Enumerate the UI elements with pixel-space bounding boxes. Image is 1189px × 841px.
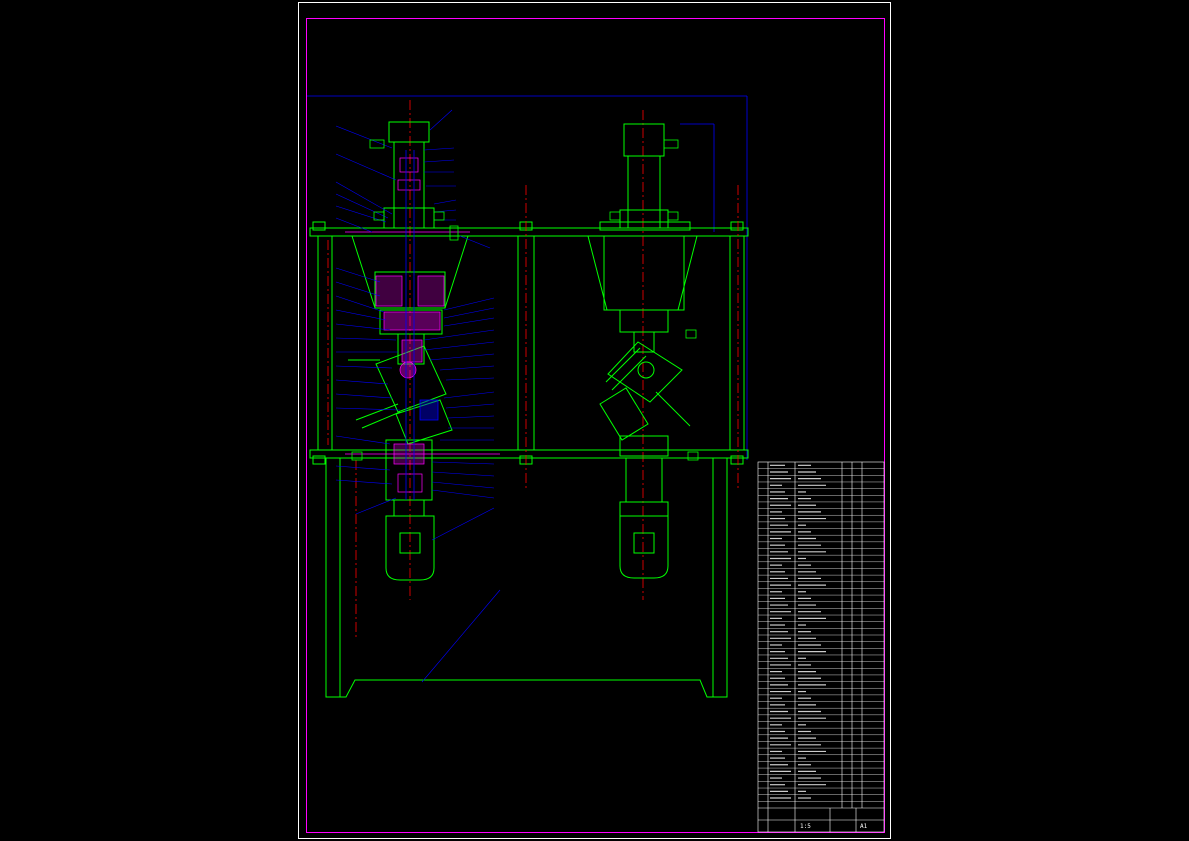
right-external-assembly (587, 123, 698, 579)
sheet-outer-border (298, 2, 891, 839)
center-lines (327, 100, 739, 640)
title-block-scale: 1:5 (800, 823, 811, 830)
bom-table (757, 461, 885, 833)
overall-dimension (307, 95, 748, 460)
cad-drawing-canvas: 1:5 A1 (0, 0, 1189, 841)
bom-rows (758, 464, 884, 802)
title-block-sheet-size: A1 (860, 823, 868, 830)
sheet-inner-border (306, 18, 885, 833)
